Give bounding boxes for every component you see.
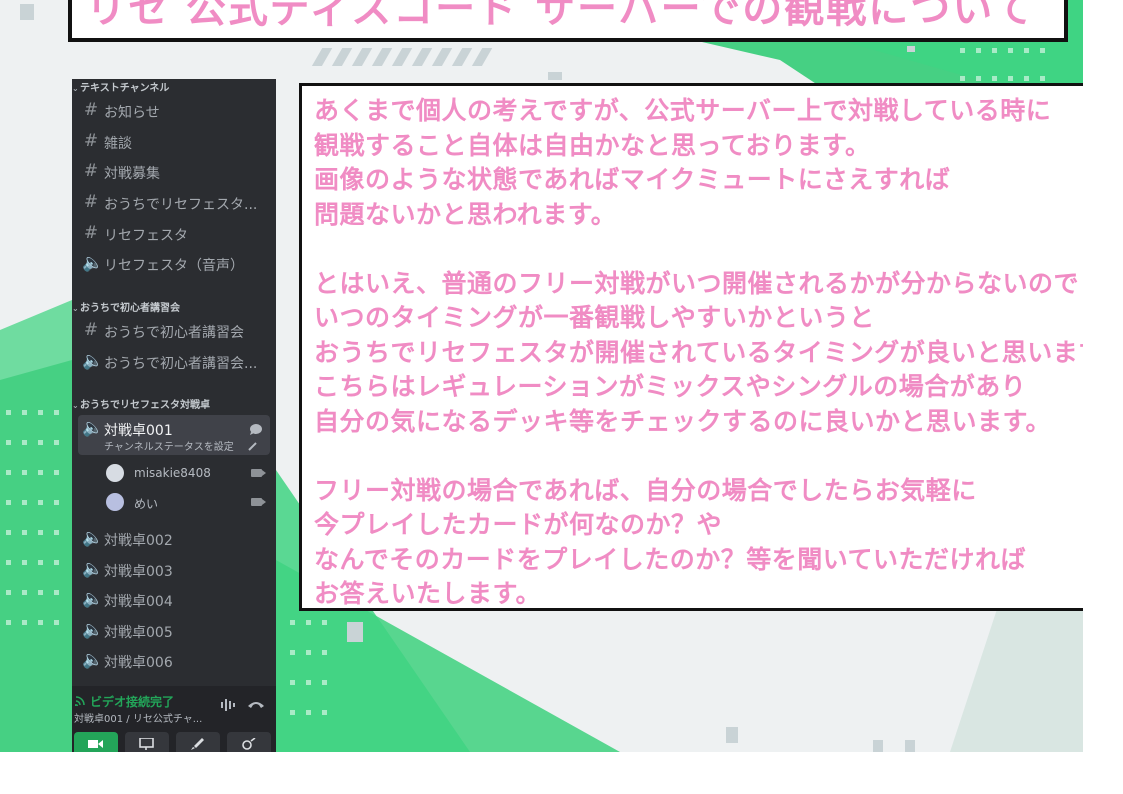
note-line: お答えいたします。 [314,579,542,608]
note-line: 今プレイしたカードが何なのか？や [314,510,723,539]
hash-icon: # [83,320,99,340]
category-label: おうちで初心者講習会 [80,303,180,314]
channel-label: おうちで初心者講習会 [104,325,244,341]
channel-label: 対戦卓001 [104,423,173,439]
category-text-channels[interactable]: ⌄テキストチャンネル [72,79,276,95]
note-line [314,232,1083,267]
speaker-icon: 🔈 [82,620,104,640]
video-camera-icon [88,740,103,748]
category-label: おうちでリセフェスタ対戦卓 [80,400,210,411]
voice-user-row[interactable]: めい [102,491,270,515]
note-line: 画像のような状態であればマイクミュートにさえすれば [314,165,951,194]
note-line: いつのタイミングが一番観戦しやすいかというと [314,303,875,332]
noise-suppression-icon[interactable] [220,698,236,712]
screen-share-icon [139,738,154,750]
note-line: とはいえ、普通のフリー対戦がいつ開催されるかが分からないので [314,268,1080,298]
channel-label: 雑談 [104,136,132,152]
hash-icon: # [83,192,99,212]
channel-beginner-text[interactable]: # おうちで初心者講習会 [78,317,270,345]
note-line [314,439,1083,474]
category-label: テキストチャンネル [80,83,170,94]
channel-label: 対戦募集 [104,166,160,182]
channel-table-006[interactable]: 🔈 対戦卓006 [78,647,270,675]
channel-table-005[interactable]: 🔈 対戦卓005 [78,617,270,645]
note-line: 観戦すること自体は自由かなと思っております。 [314,130,871,160]
speaker-icon: 🔈 [82,559,104,579]
speaker-icon: 🔈 [82,418,104,438]
channel-label: リセフェスタ [104,228,188,244]
activity-button[interactable] [176,732,220,752]
soundboard-button[interactable] [227,732,271,752]
hash-icon: # [83,131,99,151]
disconnect-icon[interactable] [247,698,265,710]
voice-user-name: めい [134,497,159,511]
signal-icon [75,696,85,706]
speaker-icon: 🔈 [82,253,104,273]
channel-lyce-fest-voice[interactable]: 🔈 リセフェスタ（音声） [78,250,270,278]
channel-table-004[interactable]: 🔈 対戦卓004 [78,586,270,614]
title-banner: リセ 公式ディスコード サーバーでの観戦について [68,0,1068,42]
avatar [106,464,124,482]
chevron-down-icon: ⌄ [72,84,79,93]
channel-table-003[interactable]: 🔈 対戦卓003 [78,556,270,584]
channel-label: 対戦卓005 [104,625,173,641]
channel-label: 対戦卓002 [104,533,173,549]
rocket-icon [191,738,204,750]
speaker-icon: 🔈 [82,528,104,548]
channel-label: おうちでリセフェスタ... [104,197,258,213]
voice-connection-panel: ビデオ接続完了 対戦卓001 / リセ公式チャ... [72,686,276,752]
speaker-icon: 🔈 [82,589,104,609]
channel-ouchi-fest[interactable]: # おうちでリセフェスタ... [78,189,270,217]
channel-label: 対戦卓006 [104,655,173,671]
slide-title: リセ 公式ディスコード サーバーでの観戦について [86,0,1036,32]
channel-zatsudan[interactable]: # 雑談 [78,128,270,156]
voice-channel-link[interactable]: 対戦卓001 / リセ公式チャ... [74,710,202,725]
note-line: こちらはレギュレーションがミックスやシングルの場合があり [314,372,1027,401]
camera-button[interactable] [74,732,118,752]
note-line: あくまで個人の考えですが、公式サーバー上で対戦している時に [314,96,1052,125]
channel-label: 対戦卓003 [104,564,173,580]
pencil-icon[interactable] [248,441,258,451]
channel-status-setting[interactable]: チャンネルステータスを設定 [104,438,234,453]
category-beginner-lecture[interactable]: ⌄おうちで初心者講習会 [72,299,276,315]
voice-user-name: misakie8408 [134,466,211,480]
hash-icon: # [83,100,99,120]
channel-lyce-fest[interactable]: # リセフェスタ [78,220,270,248]
note-line: 自分の気になるデッキ等をチェックするのに良いかと思います。 [314,406,1052,436]
note-line: フリー対戦の場合であれば、自分の場合でしたらお気軽に [314,475,977,505]
note-line: なんでそのカードをプレイしたのか？等を聞いていただければ [314,544,1027,574]
channel-label: お知らせ [104,105,160,121]
note-line: おうちでリセフェスタが開催されているタイミングが良いと思います [314,337,1083,367]
hash-icon: # [83,161,99,181]
discord-channel-sidebar: ⌄テキストチャンネル # お知らせ # 雑談 # 対戦募集 # おうちでリセフェスタ..… [72,79,276,752]
screen-share-button[interactable] [125,732,169,752]
voice-user-row[interactable]: misakie8408 [102,462,270,486]
soundboard-icon [242,738,256,750]
speaker-icon: 🔈 [82,351,104,371]
channel-label: 対戦卓004 [104,594,173,610]
channel-label: おうちで初心者講習会... [104,356,258,372]
chevron-down-icon: ⌄ [72,401,79,410]
speaker-icon: 🔈 [82,650,104,670]
chat-bubble-icon[interactable] [249,423,263,435]
avatar [106,493,124,511]
chevron-down-icon: ⌄ [72,304,79,313]
slide-canvas: リセ 公式ディスコード サーバーでの観戦について ⌄テキストチャンネル # お知ら… [0,0,1083,752]
note-line: 問題ないかと思われます。 [314,199,617,229]
channel-label: リセフェスタ（音声） [104,258,244,274]
camera-icon [251,498,266,506]
channel-oshirase[interactable]: # お知らせ [78,97,270,125]
explanation-box: あくまで個人の考えですが、公式サーバー上で対戦している時に 観戦すること自体は自由… [299,83,1083,611]
category-fest-tables[interactable]: ⌄おうちでリセフェスタ対戦卓 [72,396,276,412]
channel-table-001-active[interactable]: 🔈 対戦卓001 チャンネルステータスを設定 [78,415,270,455]
channel-beginner-voice[interactable]: 🔈 おうちで初心者講習会... [78,348,270,376]
channel-taisen-boshu[interactable]: # 対戦募集 [78,158,270,186]
hash-icon: # [83,223,99,243]
voice-status-text: ビデオ接続完了 [90,695,175,709]
explanation-text: あくまで個人の考えですが、公式サーバー上で対戦している時に 観戦すること自体は自由… [314,94,1083,612]
channel-table-002[interactable]: 🔈 対戦卓002 [78,525,270,553]
camera-icon [251,469,266,477]
